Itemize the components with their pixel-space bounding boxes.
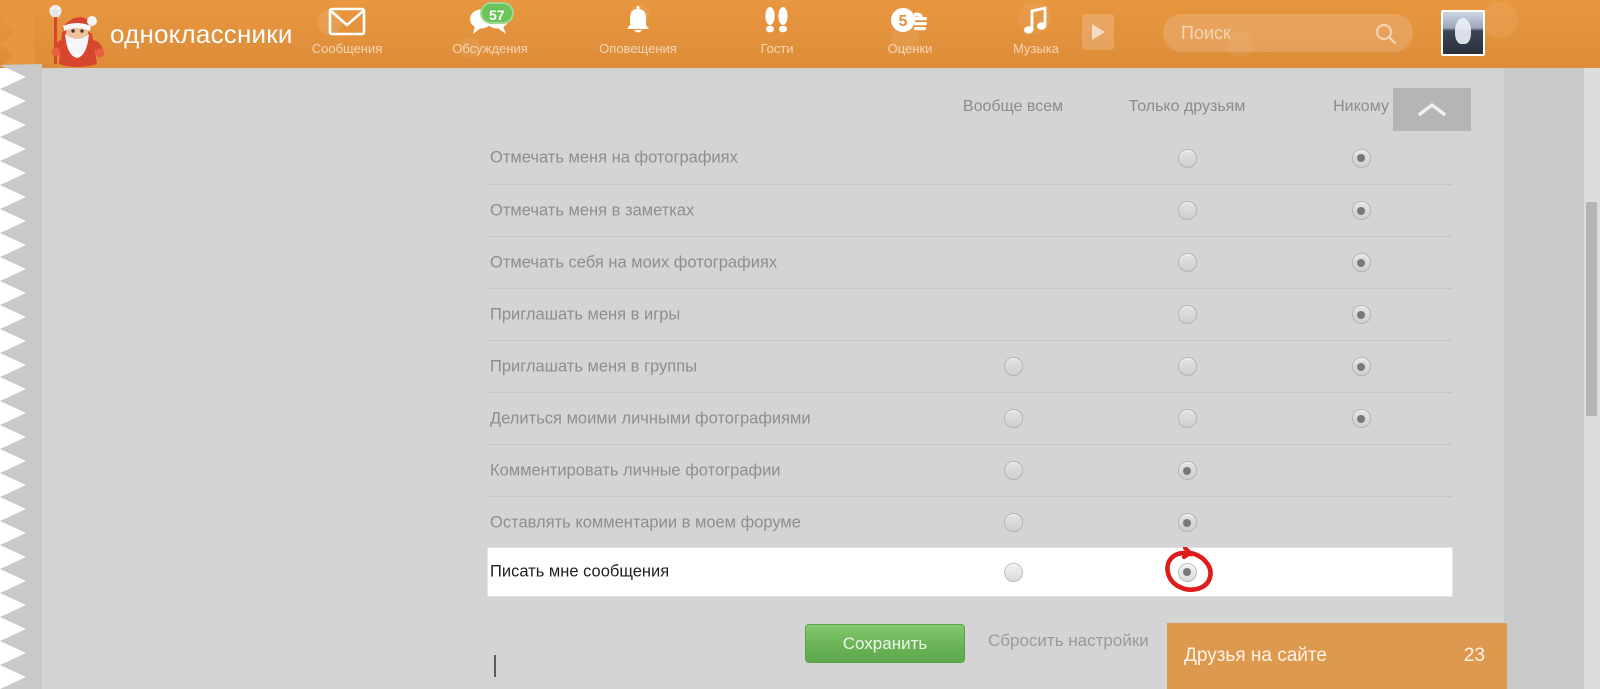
table-row: Отмечать меня на фотографиях xyxy=(488,132,1452,184)
envelope-icon xyxy=(300,4,394,38)
column-header-1: Вообще всем xyxy=(962,98,1064,115)
radio-option-1[interactable] xyxy=(1003,357,1023,376)
column-header-3: Никому xyxy=(1333,98,1389,115)
svg-text:5: 5 xyxy=(899,13,908,30)
discussions-badge-count: 57 xyxy=(480,2,514,24)
avatar[interactable] xyxy=(1441,10,1485,56)
radio-option-3[interactable] xyxy=(1351,201,1371,220)
radio-option-2[interactable] xyxy=(1177,461,1197,480)
reset-settings-label: Сбросить настройки xyxy=(988,631,1149,650)
radio-option-2[interactable] xyxy=(1177,409,1197,428)
save-button[interactable]: Сохранить xyxy=(805,624,965,663)
radio-option-2[interactable] xyxy=(1177,253,1197,272)
nav-label-messages: Сообщения xyxy=(311,41,383,56)
nav-label-guests: Гости xyxy=(760,41,794,56)
privacy-settings-table: Вообще всем Только друзьям Никому Отмечать… xyxy=(488,88,1452,596)
page-root: одноклассники Сообщения 57 Обсуждения Оп… xyxy=(0,0,1600,689)
nav-label-ratings: Оценки xyxy=(887,41,933,56)
santa-claus-logo-icon xyxy=(49,5,105,67)
search-placeholder: Поиск xyxy=(1181,22,1231,43)
setting-label: Отмечать меня в заметках xyxy=(490,201,695,219)
site-logo[interactable]: одноклассники xyxy=(22,2,292,68)
nav-label-music: Музыка xyxy=(1013,41,1059,56)
search-magnifier-icon[interactable] xyxy=(1375,23,1397,45)
table-row: Оставлять комментарии в моем форуме xyxy=(488,496,1452,548)
friends-online-count: 23 xyxy=(1463,645,1485,666)
table-row: Приглашать меня в группы xyxy=(488,340,1452,392)
save-button-label: Сохранить xyxy=(842,633,928,653)
scroll-to-top-button[interactable] xyxy=(1393,88,1471,131)
chevron-up-icon xyxy=(1418,102,1446,116)
table-row: Комментировать личные фотографии xyxy=(488,444,1452,496)
radio-option-1[interactable] xyxy=(1003,409,1023,428)
setting-label: Отмечать меня на фотографиях xyxy=(490,148,738,167)
radio-option-2[interactable] xyxy=(1177,201,1197,220)
bell-icon xyxy=(590,4,686,38)
radio-option-1[interactable] xyxy=(1003,513,1023,532)
rating-five-hand-icon: 5 xyxy=(872,4,948,38)
reset-settings-link[interactable]: Сбросить настройки xyxy=(988,631,1149,651)
top-navigation-bar: одноклассники Сообщения 57 Обсуждения Оп… xyxy=(0,0,1600,68)
friends-online-bar[interactable]: Друзья на сайте 23 xyxy=(1167,623,1507,689)
radio-option-3[interactable] xyxy=(1351,357,1371,376)
setting-label: Оставлять комментарии в моем форуме xyxy=(490,513,801,531)
setting-label: Делиться моими личными фотографиями xyxy=(490,409,811,427)
radio-option-2[interactable] xyxy=(1177,357,1197,376)
radio-option-2[interactable] xyxy=(1177,562,1197,582)
search-input[interactable]: Поиск xyxy=(1163,14,1413,52)
setting-label: Приглашать меня в игры xyxy=(490,305,681,323)
music-note-icon xyxy=(998,4,1074,38)
friends-online-label: Друзья на сайте xyxy=(1184,645,1327,666)
nav-item-guests[interactable]: Гости xyxy=(742,4,812,64)
radio-option-2[interactable] xyxy=(1177,513,1197,532)
radio-option-3[interactable] xyxy=(1351,305,1371,324)
nav-item-music[interactable]: Музыка xyxy=(998,4,1074,64)
play-triangle-icon xyxy=(1092,24,1105,40)
radio-option-2[interactable] xyxy=(1177,305,1197,324)
text-cursor-caret xyxy=(494,655,496,677)
table-row: Делиться моими личными фотографиями xyxy=(488,392,1452,444)
nav-item-messages[interactable]: Сообщения xyxy=(300,4,394,64)
footprints-icon xyxy=(742,4,812,38)
vertical-scrollbar-thumb[interactable] xyxy=(1586,202,1597,416)
radio-option-1[interactable] xyxy=(1003,461,1023,480)
music-play-button[interactable] xyxy=(1082,14,1114,50)
table-row: Отмечать себя на моих фотографиях xyxy=(488,236,1452,288)
setting-label: Приглашать меня в группы xyxy=(490,357,697,375)
radio-option-3[interactable] xyxy=(1351,253,1371,272)
nav-label-discussions: Обсуждения xyxy=(452,41,528,56)
site-logo-text: одноклассники xyxy=(110,19,293,49)
nav-item-notifications[interactable]: Оповещения xyxy=(590,4,686,64)
column-header-2: Только друзьям xyxy=(1128,98,1246,115)
radio-option-2[interactable] xyxy=(1177,148,1197,168)
setting-label: Комментировать личные фотографии xyxy=(490,461,781,479)
nav-item-discussions[interactable]: 57 Обсуждения xyxy=(440,2,540,64)
radio-option-1[interactable] xyxy=(1003,562,1023,582)
nav-label-notifications: Оповещения xyxy=(599,41,677,56)
table-row: Отмечать меня в заметках xyxy=(488,184,1452,236)
left-sawtooth-decoration xyxy=(0,64,42,689)
table-header-row: Вообще всем Только друзьям Никому xyxy=(488,88,1452,132)
setting-label: Писать мне сообщения xyxy=(490,562,670,581)
table-body: Отмечать меня на фотографиях Отмечать мен… xyxy=(488,132,1452,596)
radio-option-3[interactable] xyxy=(1351,148,1371,168)
setting-label: Отмечать себя на моих фотографиях xyxy=(490,253,778,271)
table-row: Приглашать меня в игры xyxy=(488,288,1452,340)
right-gutter xyxy=(1504,68,1584,689)
nav-item-ratings[interactable]: 5 Оценки xyxy=(872,4,948,64)
radio-option-3[interactable] xyxy=(1351,409,1371,428)
table-row: Писать мне сообщения xyxy=(488,548,1452,596)
